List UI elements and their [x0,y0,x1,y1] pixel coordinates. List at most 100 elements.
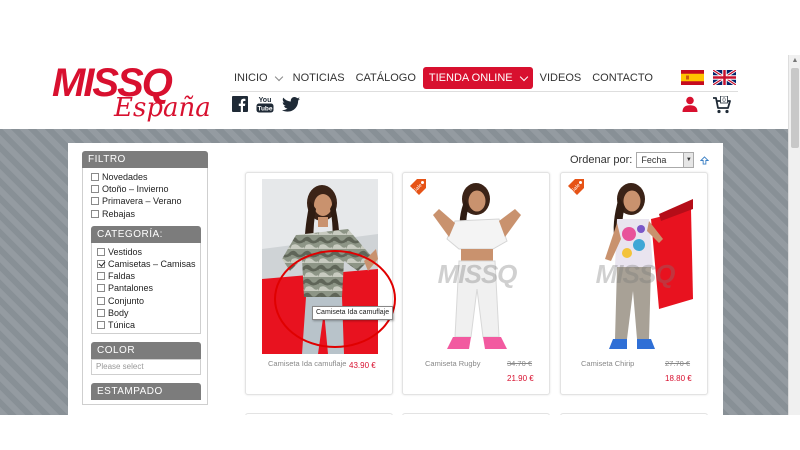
filter-option-rebajas[interactable]: Rebajas [91,208,207,220]
language-flags [681,70,736,85]
facebook-icon[interactable] [232,96,248,112]
category-options: Vestidos Camisetas – Camisas Faldas Pant… [91,242,201,335]
site-header: MISSQ España INICIO NOTICIAS CATÁLOGO TI… [0,55,788,129]
nav-item-videos[interactable]: VIDEOS [536,67,586,89]
social-links: You Tube [232,95,300,113]
option-label: Camisetas – Camisas [108,259,196,270]
checkbox[interactable] [97,296,105,305]
youtube-icon-text-top: You [259,97,272,104]
product-old-price: 34.70 € [507,359,533,368]
flag-spain-icon[interactable] [681,70,704,85]
shop-content: FILTRO Novedades Otoño – Invierno Primav… [68,143,723,415]
option-label: Primavera – Verano [102,196,182,207]
page-scrollbar[interactable]: ▲ [788,55,800,415]
filter-panel-title: FILTRO [82,151,208,168]
flag-uk-icon[interactable] [713,70,736,85]
color-select[interactable]: Please select [91,359,201,376]
category-option-camisetas[interactable]: Camisetas – Camisas [97,258,200,270]
twitter-icon[interactable] [282,96,300,112]
logo-subtitle: España [114,93,211,123]
sale-tag-icon: Sale [410,179,426,195]
chevron-down-icon [274,72,283,81]
product-price: 18.80 € [665,374,692,383]
checkbox-checked[interactable] [97,260,105,269]
filter-options: Novedades Otoño – Invierno Primavera – V… [82,168,208,406]
nav-item-label: NOTICIAS [292,72,345,84]
category-option-body[interactable]: Body [97,307,200,319]
product-price: 21.90 € [507,374,534,383]
option-label: Conjunto [108,295,145,306]
category-option-faldas[interactable]: Faldas [97,270,200,282]
color-panel: COLOR Please select [91,342,201,376]
filter-option-otono-invierno[interactable]: Otoño – Invierno [91,183,207,195]
filter-option-primavera-verano[interactable]: Primavera – Verano [91,195,207,207]
nav-item-tienda-online[interactable]: TIENDA ONLINE [422,67,533,89]
option-label: Body [108,307,129,318]
option-label: Pantalones [108,283,154,294]
product-card[interactable] [402,413,550,415]
filter-option-novedades[interactable]: Novedades [91,171,207,183]
category-panel-title: CATEGORÍA: [91,225,201,243]
option-label: Vestidos [108,246,143,257]
sale-tag-icon: Sale [568,179,584,195]
product-name[interactable]: Camiseta Rugby [425,359,480,368]
option-label: Faldas [108,271,136,282]
dropdown-arrow-icon: ▼ [683,153,694,167]
product-name[interactable]: Camiseta Ida camuflaje [268,359,346,368]
sort-select[interactable]: Fecha ▼ [636,152,695,168]
product-price: 43.90 € [349,361,376,370]
sort-value: Fecha [641,155,667,165]
shopping-cart-icon: 0 [713,95,731,114]
sort-direction-icon[interactable] [700,155,710,165]
scroll-up-icon[interactable]: ▲ [790,56,800,66]
product-image[interactable]: MISSQ [419,179,535,354]
browser-viewport: MISSQ España INICIO NOTICIAS CATÁLOGO TI… [0,0,800,450]
scrollbar-thumb[interactable] [791,68,799,148]
checkbox[interactable] [97,272,105,281]
checkbox[interactable] [91,185,99,194]
product-card[interactable]: MISSQ Sale Camiseta Chirip 27.70 € 18.80… [560,172,708,395]
category-panel: CATEGORÍA: Vestidos Camisetas – Camisas … [91,225,201,335]
nav-item-inicio[interactable]: INICIO [230,67,286,89]
estampado-panel: ESTAMPADO [91,383,201,401]
nav-item-contacto[interactable]: CONTACTO [588,67,657,89]
option-label: Rebajas [102,208,136,219]
estampado-panel-title[interactable]: ESTAMPADO [91,383,201,401]
checkbox[interactable] [97,308,105,317]
option-label: Túnica [108,319,136,330]
nav-item-label: TIENDA ONLINE [428,72,513,84]
checkbox[interactable] [91,209,99,218]
watermark-text: MISSQ [437,259,518,289]
checkbox[interactable] [97,320,105,329]
product-old-price: 27.70 € [665,359,691,368]
category-option-tunica[interactable]: Túnica [97,319,200,331]
product-card[interactable]: MISSQ Sale Camiseta Rugby 34.70 € 21.90 … [402,172,550,395]
checkbox[interactable] [97,284,105,293]
checkbox[interactable] [91,173,99,182]
nav-item-label: VIDEOS [539,72,582,84]
category-option-conjunto[interactable]: Conjunto [97,295,200,307]
nav-item-label: INICIO [234,72,268,84]
highlight-circle [274,250,396,348]
product-name[interactable]: Camiseta Chirip [581,359,634,368]
chevron-down-icon [519,72,528,81]
category-option-vestidos[interactable]: Vestidos [97,246,200,258]
youtube-icon[interactable]: You Tube [256,95,274,113]
product-image[interactable]: MISSQ [577,179,693,354]
product-card[interactable] [560,413,708,415]
nav-item-catalogo[interactable]: CATÁLOGO [352,67,420,89]
category-option-pantalones[interactable]: Pantalones [97,282,200,294]
product-card[interactable] [245,413,393,415]
main-nav: INICIO NOTICIAS CATÁLOGO TIENDA ONLINE V… [230,67,660,89]
nav-item-label: CONTACTO [592,72,653,84]
checkbox[interactable] [97,247,105,256]
nav-item-noticias[interactable]: NOTICIAS [289,67,349,89]
user-account-icon[interactable] [682,96,698,112]
nav-divider [230,91,738,92]
option-label: Novedades [102,172,148,183]
checkbox[interactable] [91,197,99,206]
site-logo[interactable]: MISSQ España [52,63,212,125]
color-panel-title: COLOR [91,342,201,360]
filter-panel: FILTRO Novedades Otoño – Invierno Primav… [82,151,208,406]
cart-button[interactable]: 0 [712,95,732,119]
